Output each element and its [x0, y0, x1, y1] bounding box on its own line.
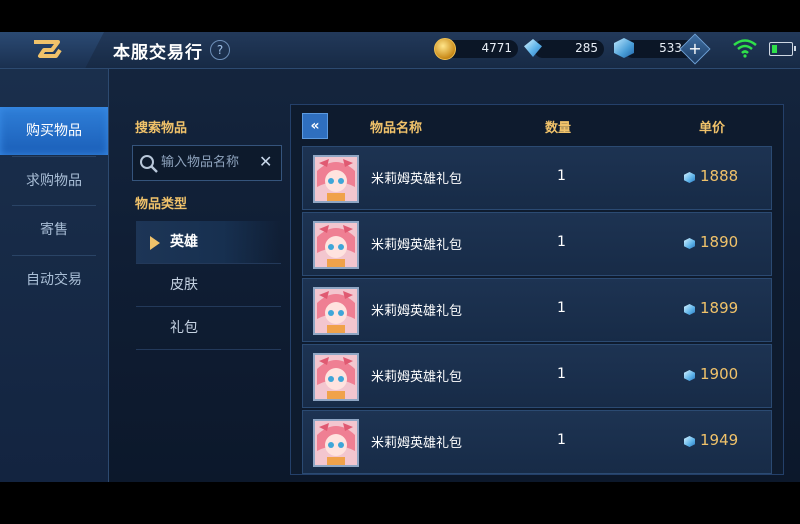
item-name: 米莉姆英雄礼包 [371, 304, 463, 319]
plus-icon: + [688, 39, 702, 58]
gold-amount: 4771 [481, 41, 512, 55]
item-quantity: 1 [557, 234, 566, 250]
listing-row[interactable]: 米莉姆英雄礼包 1 1900 [302, 344, 772, 408]
listing-row[interactable]: 米莉姆英雄礼包 1 1890 [302, 212, 772, 276]
price-gem-icon [684, 436, 695, 447]
bottom-black-bar [0, 482, 800, 524]
left-nav: 购买物品 求购物品 寄售 自动交易 [0, 69, 109, 482]
item-price: 1888 [700, 167, 739, 185]
category-skin[interactable]: 皮肤 [136, 264, 281, 307]
category-section-label: 物品类型 [135, 197, 188, 212]
category-pack[interactable]: 礼包 [136, 307, 281, 350]
column-header-price: 单价 [699, 121, 726, 136]
search-box: ✕ [132, 145, 282, 181]
diamond-resource: 285 [524, 38, 606, 60]
item-name: 米莉姆英雄礼包 [371, 172, 463, 187]
item-thumbnail [313, 419, 359, 467]
item-quantity: 1 [557, 432, 566, 448]
item-price: 1900 [700, 365, 739, 383]
battery-icon [769, 42, 796, 56]
item-name: 米莉姆英雄礼包 [371, 436, 463, 451]
selected-arrow-icon [150, 236, 160, 250]
gold-coin-icon [434, 38, 456, 60]
diamond-amount: 285 [575, 41, 598, 55]
help-button[interactable]: ? [210, 40, 230, 60]
listing-row[interactable]: 米莉姆英雄礼包 1 1949 [302, 410, 772, 474]
item-thumbnail [313, 287, 359, 335]
item-name: 米莉姆英雄礼包 [371, 370, 463, 385]
back-button[interactable] [0, 32, 104, 68]
item-thumbnail [313, 221, 359, 269]
coupon-amount: 533 [659, 41, 682, 55]
nav-request-items[interactable]: 求购物品 [0, 157, 108, 205]
category-hero[interactable]: 英雄 [136, 221, 281, 264]
item-thumbnail [313, 155, 359, 203]
listing-row[interactable]: 米莉姆英雄礼包 1 1899 [302, 278, 772, 342]
back-arrow-icon [34, 40, 62, 58]
clear-search-button[interactable]: ✕ [259, 152, 272, 171]
price-gem-icon [684, 238, 695, 249]
search-input[interactable] [161, 152, 257, 172]
item-price: 1899 [700, 299, 739, 317]
listing-row[interactable]: 米莉姆英雄礼包 1 1888 [302, 146, 772, 210]
item-thumbnail [313, 353, 359, 401]
price-gem-icon [684, 370, 695, 381]
category-label: 皮肤 [170, 277, 198, 293]
column-header-name: 物品名称 [370, 121, 423, 136]
coupon-resource: 533 + [614, 33, 711, 65]
item-price: 1890 [700, 233, 739, 251]
item-quantity: 1 [557, 168, 566, 184]
header-bar: 本服交易行 ? 4771 285 533 + [0, 32, 800, 69]
category-label: 礼包 [170, 320, 198, 336]
item-name: 米莉姆英雄礼包 [371, 238, 463, 253]
trade-screen: 本服交易行 ? 4771 285 533 + 购买物品 求购物品 寄售 自动交易… [0, 32, 800, 482]
nav-consign[interactable]: 寄售 [0, 206, 108, 254]
item-quantity: 1 [557, 300, 566, 316]
top-black-bar [0, 0, 800, 32]
wifi-icon [733, 39, 757, 58]
item-quantity: 1 [557, 366, 566, 382]
page-title: 本服交易行 [113, 43, 203, 63]
category-label: 英雄 [170, 234, 198, 250]
column-header-quantity: 数量 [545, 121, 572, 136]
gold-resource: 4771 [434, 38, 520, 60]
battery-level [772, 45, 777, 53]
search-section-label: 搜索物品 [135, 121, 188, 136]
search-icon [140, 155, 158, 173]
nav-buy-items[interactable]: 购买物品 [0, 107, 108, 155]
item-price: 1949 [700, 431, 739, 449]
nav-auto-trade[interactable]: 自动交易 [0, 256, 108, 304]
add-coupon-button[interactable]: + [679, 33, 711, 65]
price-gem-icon [684, 304, 695, 315]
collapse-filter-button[interactable]: « [302, 113, 328, 139]
price-gem-icon [684, 172, 695, 183]
